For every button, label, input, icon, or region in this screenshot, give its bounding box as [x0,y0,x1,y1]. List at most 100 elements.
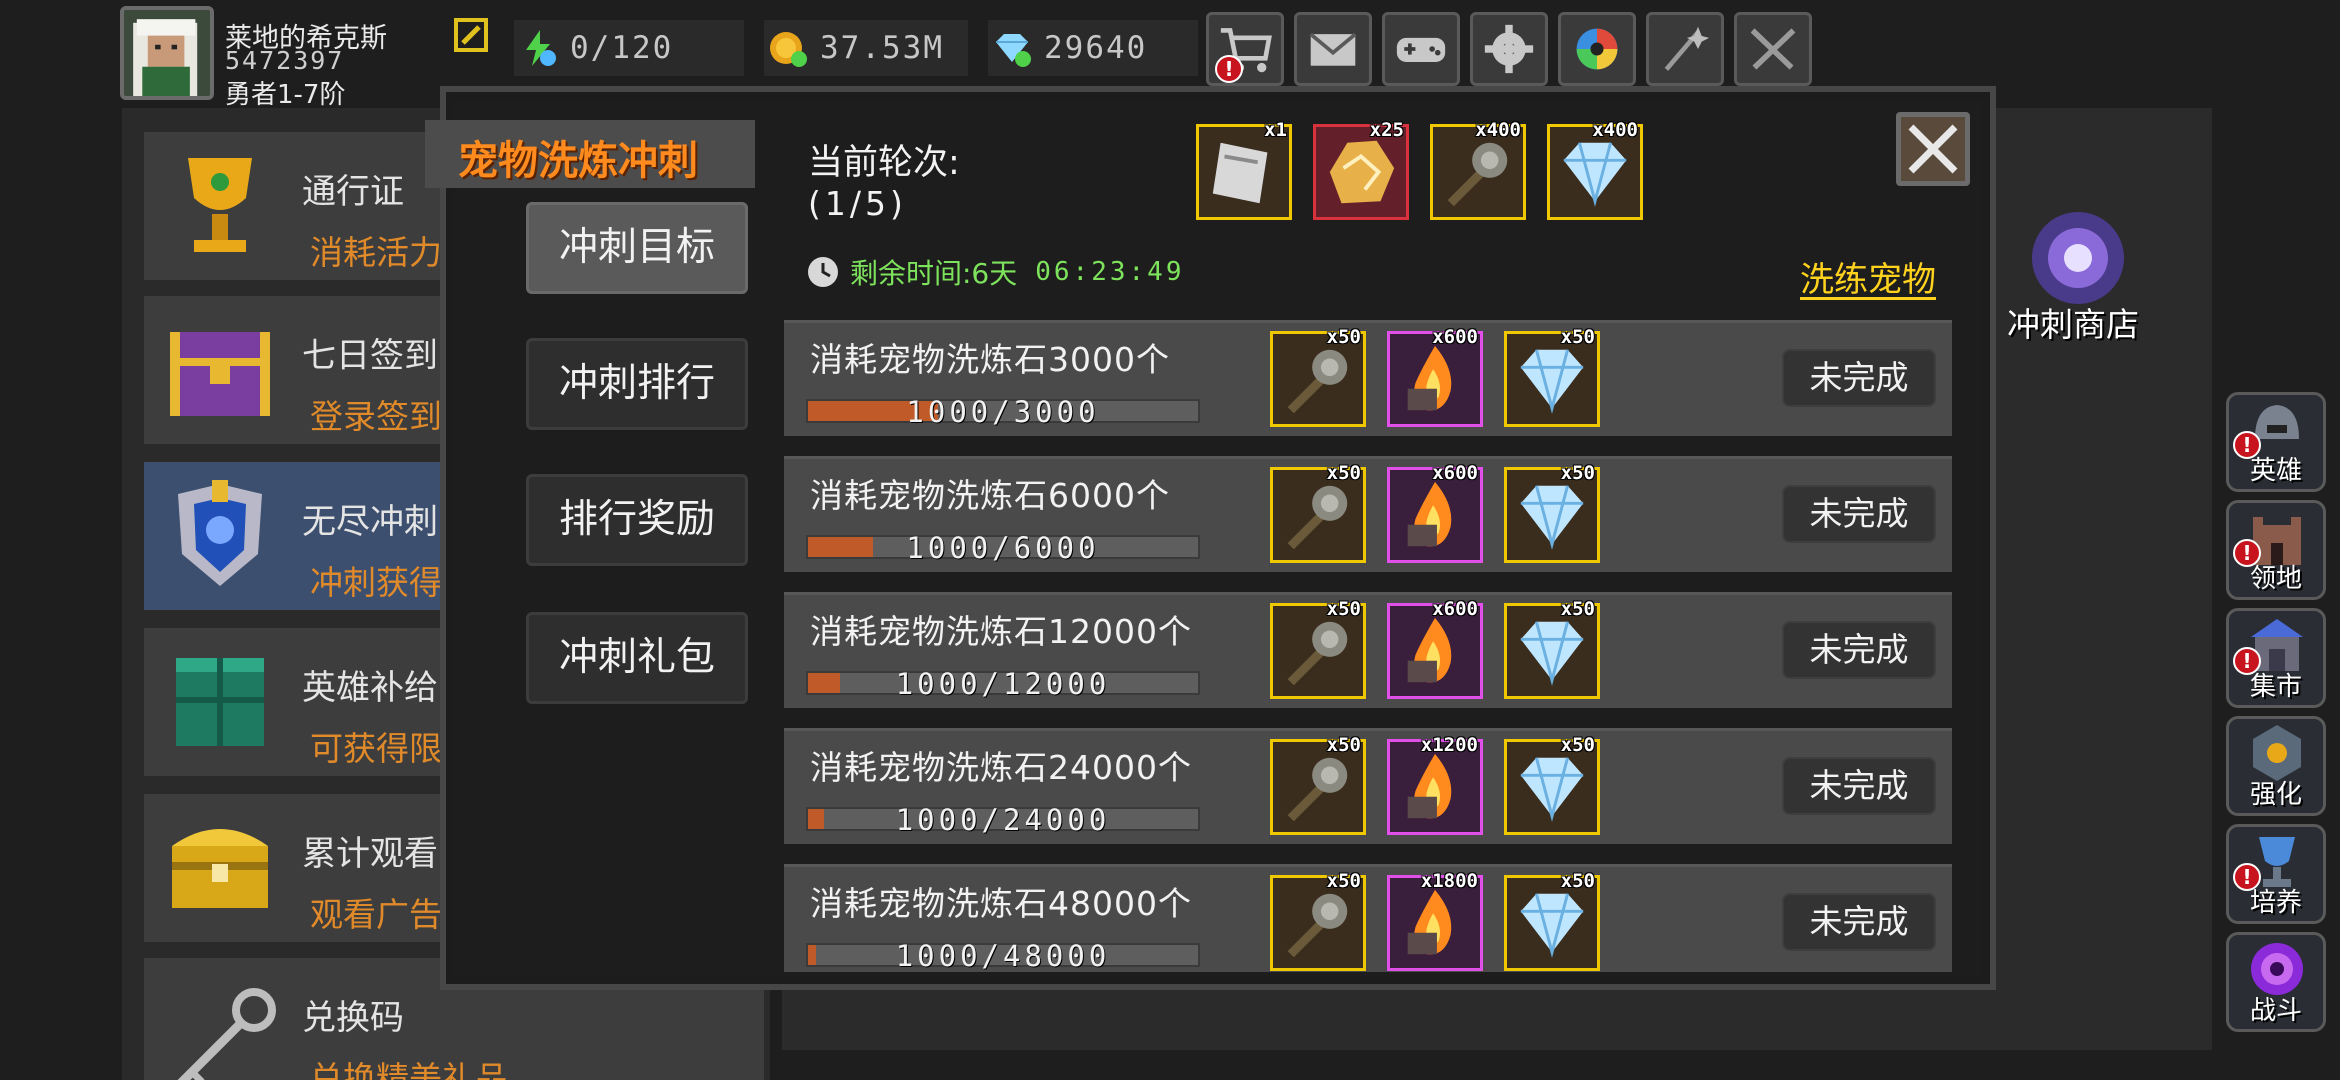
game-screen: { "player": {"name": "莱地的希克斯", "id": "54… [0,0,2340,1080]
player-id: 5472397 [225,46,345,75]
progress-text: 1000/12000 [895,667,1111,701]
sparkle-icon [1664,26,1710,71]
task-reward-item[interactable]: x50 [1504,870,1600,971]
dialog-title: 宠物洗炼冲刺 [458,138,698,184]
player-avatar[interactable] [120,6,214,100]
task-reward-item[interactable]: x1200 [1387,734,1483,835]
round-reward-item[interactable]: x400 [1547,119,1643,220]
nav-cultivate[interactable]: ! 培养 [2226,824,2326,924]
nav-battle[interactable]: 战斗 [2226,932,2326,1032]
task-status-button[interactable]: 未完成 [1782,621,1936,679]
tab-ranking-rewards[interactable]: 排行奖励 [526,474,748,566]
mail-button[interactable] [1294,12,1372,86]
task-reward-item[interactable]: x600 [1387,462,1483,563]
task-reward-item[interactable]: x50 [1504,462,1600,563]
nav-market[interactable]: ! 集市 [2226,608,2326,708]
current-round-label: 当前轮次: [808,143,960,183]
edit-name-icon[interactable] [453,17,489,53]
tab-sprint-pack[interactable]: 冲刺礼包 [526,612,748,704]
clock-icon [806,255,840,289]
nav-territory[interactable]: ! 领地 [2226,500,2326,600]
progress-text: 1000/3000 [906,395,1100,429]
hero-portrait-icon [124,10,210,96]
task-reward-item[interactable]: x50 [1504,598,1600,699]
task-reward-item[interactable]: x50 [1270,326,1366,427]
item-count: x50 [1560,734,1595,756]
round-reward-item[interactable]: x1 [1196,119,1292,220]
item-count: x50 [1560,598,1595,620]
task-title: 消耗宠物洗炼石12000个 [810,612,1192,651]
settings-button[interactable] [1470,12,1548,86]
mace-icon [1447,142,1508,207]
progress-text: 1000/6000 [906,531,1100,565]
round-reward-item[interactable]: x400 [1430,119,1526,220]
nav-label: 集市 [2249,672,2302,702]
nav-enhance[interactable]: 强化 [2226,716,2326,816]
round-reward-item[interactable]: x25 [1313,119,1409,220]
nav-hero[interactable]: ! 英雄 [2226,392,2326,492]
remaining-time: 剩余时间:6天 06:23:49 [806,252,1184,292]
task-reward-item[interactable]: x50 [1270,734,1366,835]
task-reward-item[interactable]: x600 [1387,326,1483,427]
task-status-button[interactable]: 未完成 [1782,757,1936,815]
supply-crate-icon [158,640,282,764]
task-row: 消耗宠物洗炼石3000个 1000/3000 x50 x600 x50 未完成 [784,320,1952,436]
gacha-button[interactable] [1558,12,1636,86]
task-reward-item[interactable]: x50 [1270,598,1366,699]
task-reward-item[interactable]: x1800 [1387,870,1483,971]
menu-item-title: 无尽冲刺 [302,502,438,542]
menu-item-title: 通行证 [302,172,404,212]
flame-stone-icon [1407,345,1452,411]
menu-item-title: 英雄补给 [302,668,438,708]
aperture-icon [1576,28,1618,70]
close-icon [1908,124,1958,174]
menu-item-title: 兑换码 [302,998,404,1038]
shop-cart-button[interactable]: ! [1206,12,1284,86]
flame-stone-icon [1407,617,1452,683]
gem-counter: 29640 [988,20,1198,76]
task-status-button[interactable]: 未完成 [1782,485,1936,543]
progress-text: 1000/24000 [895,803,1111,837]
treasure-chest-icon [158,308,282,432]
task-title: 消耗宠物洗炼石48000个 [810,884,1192,923]
refine-pet-link[interactable]: 洗练宠物 [1800,252,1936,301]
gamepad-icon [1396,37,1446,62]
diamond-icon [1520,757,1584,822]
close-button[interactable] [1896,112,1970,186]
item-count: x1800 [1420,870,1478,892]
lightning-icon [518,28,558,68]
mace-icon [1287,485,1348,550]
magic-button[interactable] [1646,12,1724,86]
menu-item-title: 七日签到 [302,336,438,376]
tab-sprint-ranking[interactable]: 冲刺排行 [526,338,748,430]
key-icon [158,970,282,1080]
task-reward-item[interactable]: x50 [1504,734,1600,835]
scroll-icon [1212,142,1268,204]
task-reward-item[interactable]: x50 [1270,870,1366,971]
item-count: x600 [1432,598,1478,620]
item-count: x1200 [1420,734,1478,756]
sprint-shop-label: 冲刺商店 [2007,305,2139,344]
item-count: x50 [1326,870,1361,892]
menu-item-subtitle: 兑换精美礼品 [310,1059,508,1080]
gamepad-button[interactable] [1382,12,1460,86]
item-count: x50 [1326,598,1361,620]
diamond-icon [1520,349,1584,414]
battle-button[interactable] [1734,12,1812,86]
flame-stone-icon [1407,753,1452,819]
task-reward-item[interactable]: x600 [1387,598,1483,699]
task-reward-item[interactable]: x50 [1270,462,1366,563]
gem-value: 29640 [1044,30,1148,66]
nav-label: 强化 [2249,780,2302,810]
item-count: x50 [1560,870,1595,892]
tab-sprint-goal[interactable]: 冲刺目标 [526,202,748,294]
mace-icon [1287,757,1348,822]
task-reward-item[interactable]: x50 [1504,326,1600,427]
progress-text: 1000/48000 [895,939,1111,973]
task-row: 消耗宠物洗炼石48000个 1000/48000 x50 x1800 x50 未… [784,864,1952,973]
diamond-icon [1563,142,1627,207]
timer-label: 剩余时间:6天 [850,257,1018,290]
task-status-button[interactable]: 未完成 [1782,893,1936,951]
task-status-button[interactable]: 未完成 [1782,349,1936,407]
task-progress-bar: 1000/6000 [806,531,1200,565]
